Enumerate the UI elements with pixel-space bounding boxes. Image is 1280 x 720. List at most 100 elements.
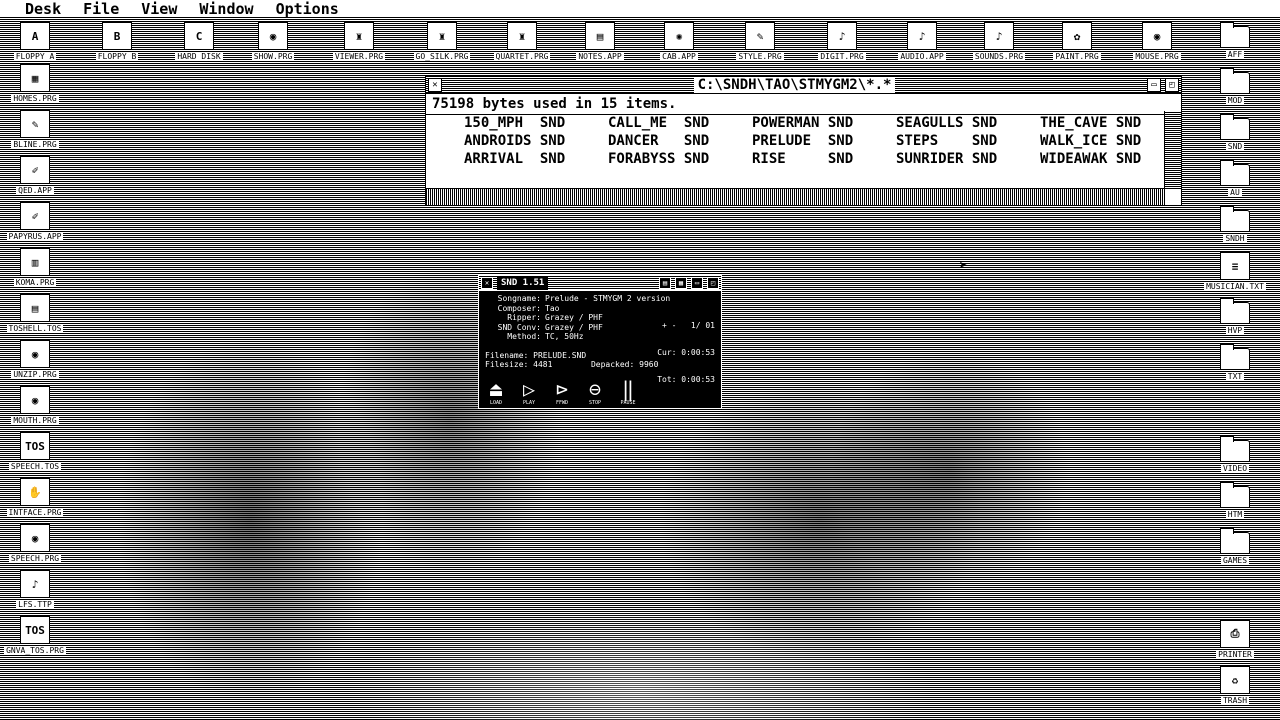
file-item[interactable]: SEAGULLS SND (896, 115, 1040, 133)
menu-desk[interactable]: Desk (25, 0, 61, 18)
dir-titlebar[interactable]: ✕ C:\SNDH\TAO\STMYGM2\*.* ▭ ◰ (426, 77, 1181, 94)
file-item[interactable]: WIDEAWAK SND (1040, 151, 1184, 169)
desktop-icon[interactable]: TXT (1203, 344, 1267, 390)
desktop-icon[interactable]: B FLOPPY B (85, 22, 149, 68)
desktop-icon[interactable]: HTM (1203, 482, 1267, 528)
desktop-icon[interactable]: TOS GNVA_TOS.PRG (3, 616, 67, 662)
program-icon: ◉ (258, 22, 288, 50)
menu-view[interactable]: View (141, 0, 177, 18)
iconify-icon[interactable]: ▭ (1147, 78, 1161, 92)
desktop-icon[interactable]: GAMES (1203, 528, 1267, 574)
desktop-icon[interactable]: ◉ UNZIP.PRG (3, 340, 67, 386)
desktop-icon[interactable]: ✐ QED.APP (3, 156, 67, 202)
desktop-icon[interactable]: ♻ TRASH (1203, 666, 1267, 712)
desktop-icon[interactable]: ✿ PAINT.PRG (1045, 22, 1109, 68)
transport-label: PLAY (522, 400, 536, 406)
file-item[interactable]: SUNRIDER SND (896, 151, 1040, 169)
transport-button[interactable]: ⊳ FFWD (547, 378, 577, 406)
desktop-icon[interactable]: ◉ MOUTH.PRG (3, 386, 67, 432)
file-item[interactable]: DANCER SND (608, 133, 752, 151)
total-time: Tot: 0:00:53 (657, 375, 715, 384)
desktop-icon[interactable]: ♪ LFS.TTP (3, 570, 67, 616)
desktop-icon[interactable]: ✎ BLINE.PRG (3, 110, 67, 156)
transport-button[interactable]: ⊖ STOP (580, 378, 610, 406)
desktop-icon[interactable]: ▦ HOMES.PRG (3, 64, 67, 110)
menu-window[interactable]: Window (199, 0, 253, 18)
transport-button[interactable]: ▷ PLAY (514, 378, 544, 406)
info-key: SND Conv: (497, 322, 541, 332)
desktop-icon[interactable]: SND (1203, 114, 1267, 160)
file-item[interactable]: PRELUDE SND (752, 133, 896, 151)
desktop-icon[interactable]: ♜ VIEWER.PRG (327, 22, 391, 68)
desktop-icon[interactable]: ▥ KOMA.PRG (3, 248, 67, 294)
file-item[interactable]: THE_CAVE SND (1040, 115, 1184, 133)
close-icon[interactable]: ✕ (481, 277, 493, 289)
file-item[interactable]: STEPS SND (896, 133, 1040, 151)
file-item[interactable]: ANDROIDS SND (464, 133, 608, 151)
file-item[interactable]: POWERMAN SND (752, 115, 896, 133)
icon-label: HARD DISK (175, 52, 223, 61)
icon-label: GO_SILK.PRG (413, 52, 471, 61)
file-item[interactable]: CALL_ME SND (608, 115, 752, 133)
track-counter[interactable]: + - 1/ 01 (657, 321, 715, 330)
desktop-icon[interactable]: ✺ CAB.APP (647, 22, 711, 68)
desktop-icon[interactable]: ✐ PAPYRUS.APP (3, 202, 67, 248)
close-icon[interactable]: ✕ (428, 78, 442, 92)
desktop-icon[interactable]: VIDEO (1203, 436, 1267, 482)
iconify-icon[interactable]: ▭ (691, 277, 703, 289)
desktop-icon[interactable]: ♜ QUARTET.PRG (490, 22, 554, 68)
fullsize-icon[interactable]: ◰ (707, 277, 719, 289)
program-icon: ♜ (344, 22, 374, 50)
horizontal-scrollbar[interactable] (426, 188, 1165, 205)
resize-handle[interactable] (1164, 188, 1181, 205)
fullsize-icon[interactable]: ◰ (1165, 78, 1179, 92)
desktop-icon[interactable]: C HARD DISK (167, 22, 231, 68)
desktop-icon[interactable]: ◉ MOUSE.PRG (1125, 22, 1189, 68)
desktop-icon[interactable]: MOD (1203, 68, 1267, 114)
icon-label: MOD (1225, 96, 1245, 105)
desktop-icon[interactable]: ▤ NOTES.APP (568, 22, 632, 68)
transport-button[interactable]: ‖ PAUSE (613, 378, 643, 406)
desktop-icon[interactable]: ◉ SHOW.PRG (241, 22, 305, 68)
info-key: Songname: (497, 294, 541, 303)
desktop-icon[interactable]: AU (1203, 160, 1267, 206)
current-time: Cur: 0:00:53 (657, 348, 715, 357)
file-item[interactable]: RISE SND (752, 151, 896, 169)
desktop-icon[interactable]: ✋ INTFACE.PRG (3, 478, 67, 524)
file-item[interactable]: ARRIVAL SND (464, 151, 608, 169)
menu-options[interactable]: Options (276, 0, 339, 18)
desktop-icon[interactable]: ♪ AUDIO.APP (890, 22, 954, 68)
desktop-icon[interactable]: ◉ SPEECH.PRG (3, 524, 67, 570)
desktop-icon[interactable]: ✎ STYLE.PRG (728, 22, 792, 68)
transport-button[interactable]: ⏏ LOAD (481, 378, 511, 406)
desktop-icon[interactable]: TOS SPEECH.TOS (3, 432, 67, 478)
menu-icon[interactable]: ▦ (675, 277, 687, 289)
menu-file[interactable]: File (83, 0, 119, 18)
transport-label: LOAD (489, 400, 503, 406)
desktop-icon[interactable]: AFF (1203, 22, 1267, 68)
desktop-icon[interactable]: ≡ MUSICIAN.TXT (1203, 252, 1267, 298)
desktop-icon[interactable]: ⎙ PRINTER (1203, 620, 1267, 666)
desktop-icon[interactable]: ▤ TOSHELL.TOS (3, 294, 67, 340)
file-item[interactable]: WALK_ICE SND (1040, 133, 1184, 151)
vertical-scrollbar[interactable] (1164, 111, 1181, 189)
icon-label: FLOPPY A (13, 52, 57, 61)
program-icon: ♻ (1220, 666, 1250, 694)
icon-label: AU (1228, 188, 1242, 197)
icon-label: TRASH (1220, 696, 1250, 705)
file-item[interactable]: FORABYSS SND (608, 151, 752, 169)
desktop-icon[interactable]: ♪ DIGIT.PRG (810, 22, 874, 68)
desktop-icon[interactable]: ♪ SOUNDS.PRG (967, 22, 1031, 68)
program-icon: ✿ (1062, 22, 1092, 50)
desktop-icon[interactable]: SNDH (1203, 206, 1267, 252)
player-titlebar[interactable]: ✕ SND 1.51 ▤ ▦ ▭ ◰ (479, 276, 721, 291)
info-value: Tao (545, 303, 560, 313)
program-icon: ♪ (907, 22, 937, 50)
desktop-icon[interactable]: A FLOPPY A (3, 22, 67, 68)
toolbar-icon[interactable]: ▤ (659, 277, 671, 289)
file-item[interactable]: 150_MPH SND (464, 115, 608, 133)
icon-label: GAMES (1220, 556, 1250, 565)
desktop-icon[interactable]: ♜ GO_SILK.PRG (410, 22, 474, 68)
info-value: TC, 50Hz (545, 332, 584, 341)
desktop-icon[interactable]: HVP (1203, 298, 1267, 344)
